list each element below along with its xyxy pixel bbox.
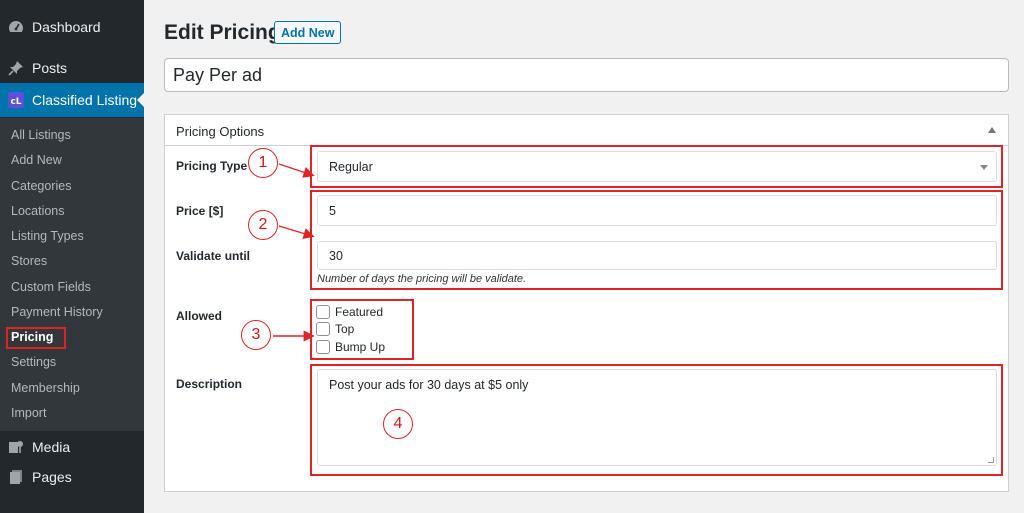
annotation-callout-3: 3: [241, 320, 271, 350]
annotation-callout-1: 1: [248, 148, 278, 178]
annotation-arrows: [273, 163, 315, 342]
annotation-callout-2: 2: [248, 210, 278, 240]
annotation-callout-4: 4: [383, 409, 413, 439]
